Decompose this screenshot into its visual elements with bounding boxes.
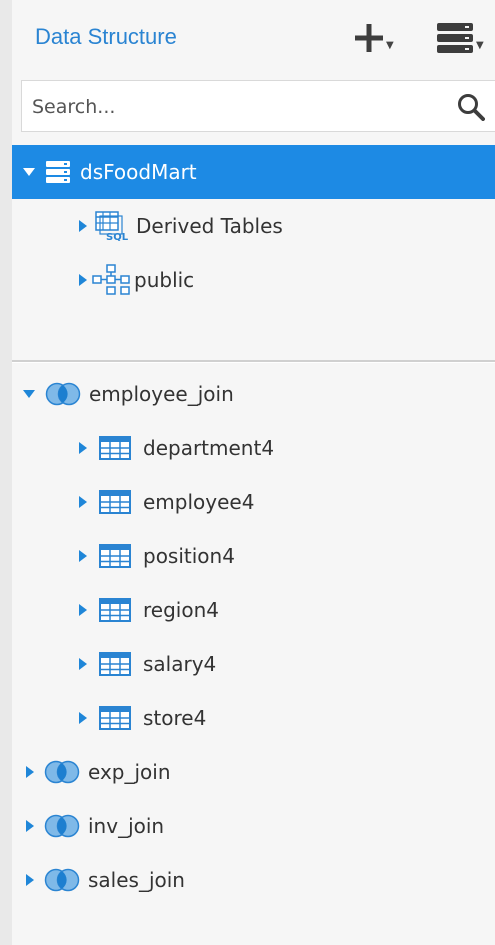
tree-node-datasource[interactable]: dsFoodMart	[12, 145, 495, 199]
table-icon	[99, 490, 131, 514]
tree-node-label: employee_join	[89, 382, 234, 406]
table-icon	[99, 652, 131, 676]
chevron-down-icon: ▼	[476, 39, 484, 51]
table-icon	[99, 544, 131, 568]
data-structure-panel: Data Structure ▼ ▼ Search... dsFoodMart …	[12, 0, 495, 945]
tree-node-table[interactable]: salary4	[12, 637, 495, 691]
tree-node-join[interactable]: inv_join	[12, 799, 495, 853]
join-icon	[44, 868, 80, 892]
plus-icon	[354, 23, 384, 53]
tree-node-label: store4	[143, 706, 207, 730]
table-icon	[99, 436, 131, 460]
tree-node-join[interactable]: employee_join	[12, 367, 495, 421]
tree-node-label: salary4	[143, 652, 217, 676]
tree-node-label: Derived Tables	[136, 214, 283, 238]
search-box	[21, 80, 495, 133]
expand-toggle-icon[interactable]	[79, 550, 87, 562]
join-icon	[45, 382, 81, 406]
tree-node-table[interactable]: department4	[12, 421, 495, 475]
expand-toggle-icon[interactable]	[26, 820, 34, 832]
tree-node-public[interactable]: public	[12, 253, 495, 307]
database-stack-icon	[45, 160, 71, 184]
tree-node-label: dsFoodMart	[80, 160, 197, 184]
chevron-down-icon: ▼	[386, 39, 394, 51]
panel-title: Data Structure	[35, 24, 177, 49]
search-input[interactable]	[30, 81, 434, 133]
tree-node-table[interactable]: position4	[12, 529, 495, 583]
tree-node-label: position4	[143, 544, 235, 568]
tree-node-label: employee4	[143, 490, 255, 514]
add-button[interactable]: ▼	[354, 18, 394, 58]
schema-tree-icon	[91, 264, 131, 296]
tree-node-label: region4	[143, 598, 219, 622]
tree-node-label: inv_join	[88, 814, 165, 838]
tree-node-table[interactable]: store4	[12, 691, 495, 745]
expand-toggle-icon[interactable]	[26, 766, 34, 778]
tree-node-table[interactable]: region4	[12, 583, 495, 637]
svg-text:SQL: SQL	[106, 232, 129, 241]
expand-toggle-icon[interactable]	[23, 168, 35, 176]
tree-node-table[interactable]: employee4	[12, 475, 495, 529]
section-divider	[12, 360, 495, 363]
table-icon	[99, 706, 131, 730]
tree-node-label: department4	[143, 436, 275, 460]
tree-node-join[interactable]: exp_join	[12, 745, 495, 799]
datasource-menu-button[interactable]: ▼	[436, 18, 484, 58]
tree-node-label: sales_join	[88, 868, 185, 892]
expand-toggle-icon[interactable]	[79, 658, 87, 670]
expand-toggle-icon[interactable]	[79, 712, 87, 724]
join-icon	[44, 760, 80, 784]
tree-node-derived-tables[interactable]: SQL Derived Tables	[12, 199, 495, 253]
search-icon[interactable]	[457, 93, 485, 125]
expand-toggle-icon[interactable]	[79, 220, 87, 232]
expand-toggle-icon[interactable]	[79, 496, 87, 508]
tree-node-label: public	[134, 268, 195, 292]
join-icon	[44, 814, 80, 838]
sql-tables-icon: SQL	[95, 211, 131, 241]
expand-toggle-icon[interactable]	[23, 390, 35, 398]
tree-node-join[interactable]: sales_join	[12, 853, 495, 907]
tree-node-label: exp_join	[88, 760, 171, 784]
expand-toggle-icon[interactable]	[26, 874, 34, 886]
database-stack-icon	[436, 21, 474, 55]
expand-toggle-icon[interactable]	[79, 442, 87, 454]
table-icon	[99, 598, 131, 622]
expand-toggle-icon[interactable]	[79, 274, 87, 286]
expand-toggle-icon[interactable]	[79, 604, 87, 616]
panel-header: Data Structure ▼ ▼	[12, 0, 495, 72]
